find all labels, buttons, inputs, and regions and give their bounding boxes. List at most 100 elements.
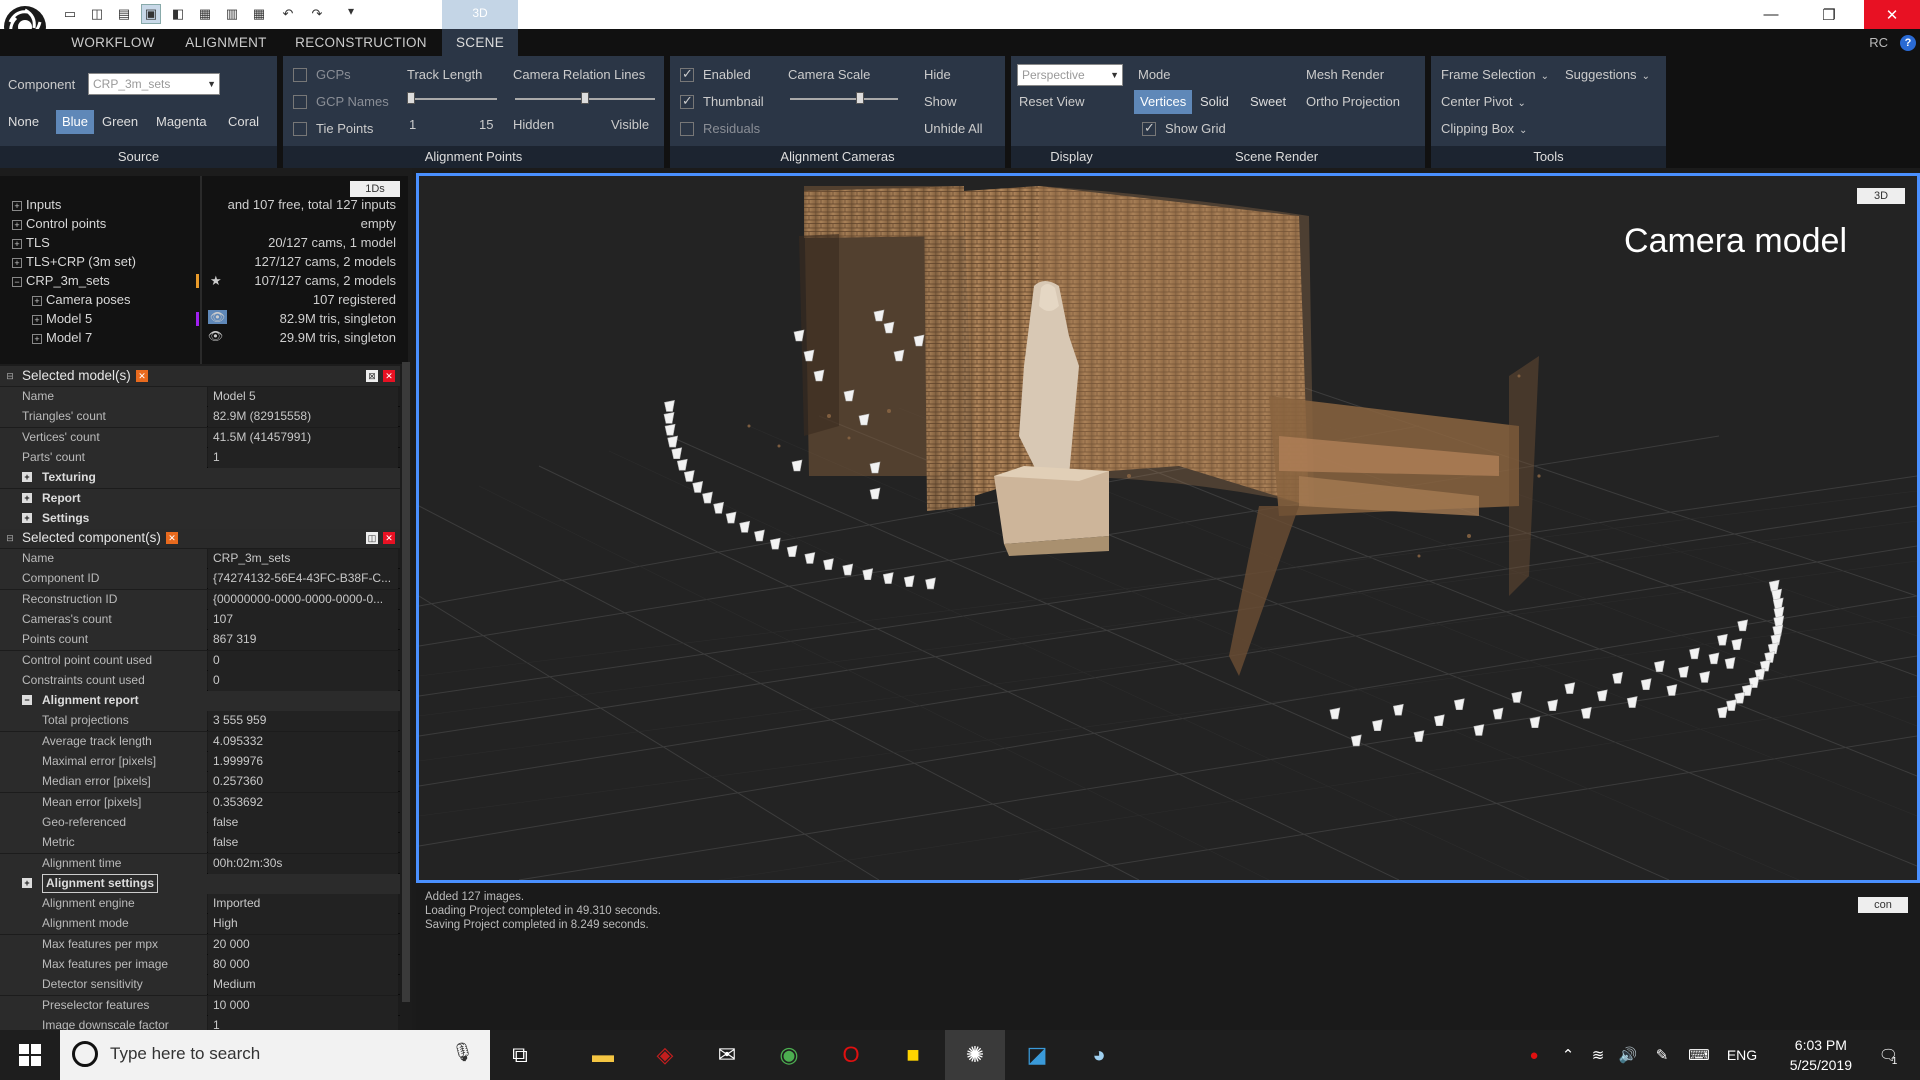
color-none[interactable]: None	[2, 110, 45, 134]
layout-8-icon[interactable]: ▦	[249, 4, 269, 24]
expand-icon[interactable]: +	[12, 219, 22, 230]
collapse-icon[interactable]: ⊟	[4, 370, 16, 382]
paint-icon[interactable]: ◕	[1069, 1030, 1129, 1080]
tab-scene[interactable]: SCENE	[442, 29, 518, 56]
mode-solid[interactable]: Solid	[1194, 90, 1235, 114]
keyboard-icon[interactable]: ⌨	[1682, 1030, 1716, 1080]
property-row[interactable]: Parts' count 1	[0, 447, 400, 468]
reset-view-button[interactable]: Reset View	[1019, 94, 1085, 109]
property-row[interactable]: Alignment mode High	[0, 914, 400, 935]
mode-sweet[interactable]: Sweet	[1244, 90, 1292, 114]
pen-icon[interactable]: ✎	[1648, 1030, 1676, 1080]
clipping-box-button[interactable]: Clipping Box ⌄	[1441, 121, 1527, 136]
projection-select[interactable]: Perspective ▼	[1017, 64, 1123, 86]
tree-item[interactable]: + Model 7 29.9M tris, singleton 👁	[0, 329, 404, 348]
property-row[interactable]: Max features per image 80 000	[0, 955, 400, 975]
camera-frustum-icon[interactable]	[1666, 684, 1678, 696]
camera-frustum-icon[interactable]	[1717, 706, 1728, 718]
camera-frustum-icon[interactable]	[1511, 691, 1523, 703]
property-row[interactable]: Average track length 4.095332	[0, 731, 400, 752]
hide-button[interactable]: Hide	[924, 67, 951, 82]
property-row[interactable]: Reconstruction ID {00000000-0000-0000-000…	[0, 589, 400, 610]
layout-2-icon[interactable]: ◫	[87, 4, 107, 24]
camera-frustum-icon[interactable]	[676, 458, 688, 471]
camera-frustum-icon[interactable]	[1726, 699, 1737, 711]
windows-start-icon[interactable]	[0, 1030, 60, 1080]
3d-viewport[interactable]: Camera model 3D	[416, 173, 1920, 883]
camera-frustum-icon[interactable]	[1564, 682, 1576, 694]
camera-frustum-icon[interactable]	[862, 568, 874, 580]
camera-frustum-icon[interactable]	[1626, 696, 1638, 708]
close-panel-icon[interactable]: ✕	[383, 532, 395, 544]
property-row[interactable]: Metric false	[0, 833, 400, 854]
show-button[interactable]: Show	[924, 94, 957, 109]
tree-item[interactable]: + Camera poses 107 registered	[0, 291, 404, 310]
property-row[interactable]: Total projections 3 555 959	[0, 711, 400, 732]
camera-frustum-icon[interactable]	[1350, 734, 1362, 747]
selected-model-header[interactable]: ⊟ Selected model(s) ✕ ⊠ ✕	[0, 366, 400, 386]
eye-icon[interactable]: 👁	[208, 329, 223, 343]
collapse-icon[interactable]: ⊟	[4, 532, 16, 544]
clear-selection-icon[interactable]: ✕	[166, 532, 178, 544]
tree-item[interactable]: + TLS+CRP (3m set) 127/127 cams, 2 models	[0, 253, 404, 272]
camera-frustum-icon[interactable]	[1433, 714, 1445, 727]
realitycapture-icon[interactable]: ✺	[945, 1030, 1005, 1080]
tab-workflow[interactable]: WORKFLOW	[58, 29, 168, 56]
file-explorer-icon[interactable]: ▬	[573, 1030, 633, 1080]
collapse-icon[interactable]: −	[22, 695, 32, 706]
camera-frustum-icon[interactable]	[1453, 698, 1465, 710]
clock[interactable]: 6:03 PM 5/25/2019	[1790, 1035, 1852, 1075]
layout-3-icon[interactable]: ▤	[114, 4, 134, 24]
camera-frustum-icon[interactable]	[1473, 724, 1485, 736]
help-icon[interactable]: ?	[1900, 35, 1916, 51]
camera-frustum-icon[interactable]	[1547, 699, 1559, 712]
property-row[interactable]: Mean error [pixels] 0.353692	[0, 792, 400, 813]
track-length-knob[interactable]	[407, 92, 415, 104]
camera-frustum-icon[interactable]	[842, 563, 854, 576]
viewport-badge[interactable]: 3D	[1857, 188, 1905, 204]
residuals-checkbox[interactable]	[680, 122, 694, 136]
camera-frustum-icon[interactable]	[813, 369, 825, 382]
camera-frustum-icon[interactable]	[1678, 665, 1689, 678]
property-row[interactable]: Points count 867 319	[0, 630, 400, 651]
camera-frustum-icon[interactable]	[1596, 689, 1608, 702]
restore-icon[interactable]: ❐	[1806, 0, 1852, 29]
camera-frustum-icon[interactable]	[913, 334, 925, 347]
property-row[interactable]: Control point count used 0	[0, 650, 400, 671]
expand-icon[interactable]: +	[22, 492, 32, 503]
property-row[interactable]: Component ID {74274132-56E4-43FC-B38F-C..…	[0, 569, 400, 590]
frame-selection-button[interactable]: Frame Selection ⌄	[1441, 67, 1549, 82]
layout-5-icon[interactable]: ◧	[168, 4, 188, 24]
camera-frustum-icon[interactable]	[713, 501, 725, 514]
scene-canvas[interactable]	[419, 176, 1917, 880]
wifi-icon[interactable]: ≋	[1584, 1030, 1612, 1080]
expand-icon[interactable]: +	[12, 200, 22, 211]
property-subsection[interactable]: + Texturing	[0, 468, 400, 489]
show-grid-checkbox[interactable]	[1142, 120, 1156, 136]
camera-frustum-icon[interactable]	[663, 411, 675, 424]
camera-scale-slider[interactable]	[790, 98, 898, 100]
camera-frustum-icon[interactable]	[1689, 647, 1700, 660]
expand-icon[interactable]: +	[22, 512, 32, 523]
expand-icon[interactable]: +	[12, 257, 22, 268]
camera-frustum-icon[interactable]	[664, 423, 676, 436]
color-green[interactable]: Green	[96, 110, 144, 134]
chrome-icon[interactable]: ◉	[759, 1030, 819, 1080]
camera-frustum-icon[interactable]	[804, 552, 816, 564]
camera-frustum-icon[interactable]	[692, 481, 704, 493]
property-subsection[interactable]: − Alignment report	[0, 691, 400, 712]
redo-icon[interactable]: ↷	[307, 4, 327, 24]
context-tab-3d[interactable]: 3D	[442, 0, 518, 29]
camera-frustum-icon[interactable]	[823, 558, 834, 570]
property-row[interactable]: Name CRP_3m_sets	[0, 549, 400, 569]
track-length-slider[interactable]	[409, 98, 497, 100]
center-pivot-button[interactable]: Center Pivot ⌄	[1441, 94, 1526, 109]
property-row[interactable]: Vertices' count 41.5M (41457991)	[0, 427, 400, 448]
layout-1-icon[interactable]: ▭	[60, 4, 80, 24]
pin-icon[interactable]: ◫	[366, 532, 378, 544]
volume-icon[interactable]: 🔊	[1614, 1030, 1642, 1080]
mode-vertices[interactable]: Vertices	[1134, 90, 1193, 114]
camera-frustum-icon[interactable]	[1580, 706, 1592, 719]
camera-frustum-icon[interactable]	[1654, 660, 1665, 672]
clear-selection-icon[interactable]: ✕	[136, 370, 148, 382]
